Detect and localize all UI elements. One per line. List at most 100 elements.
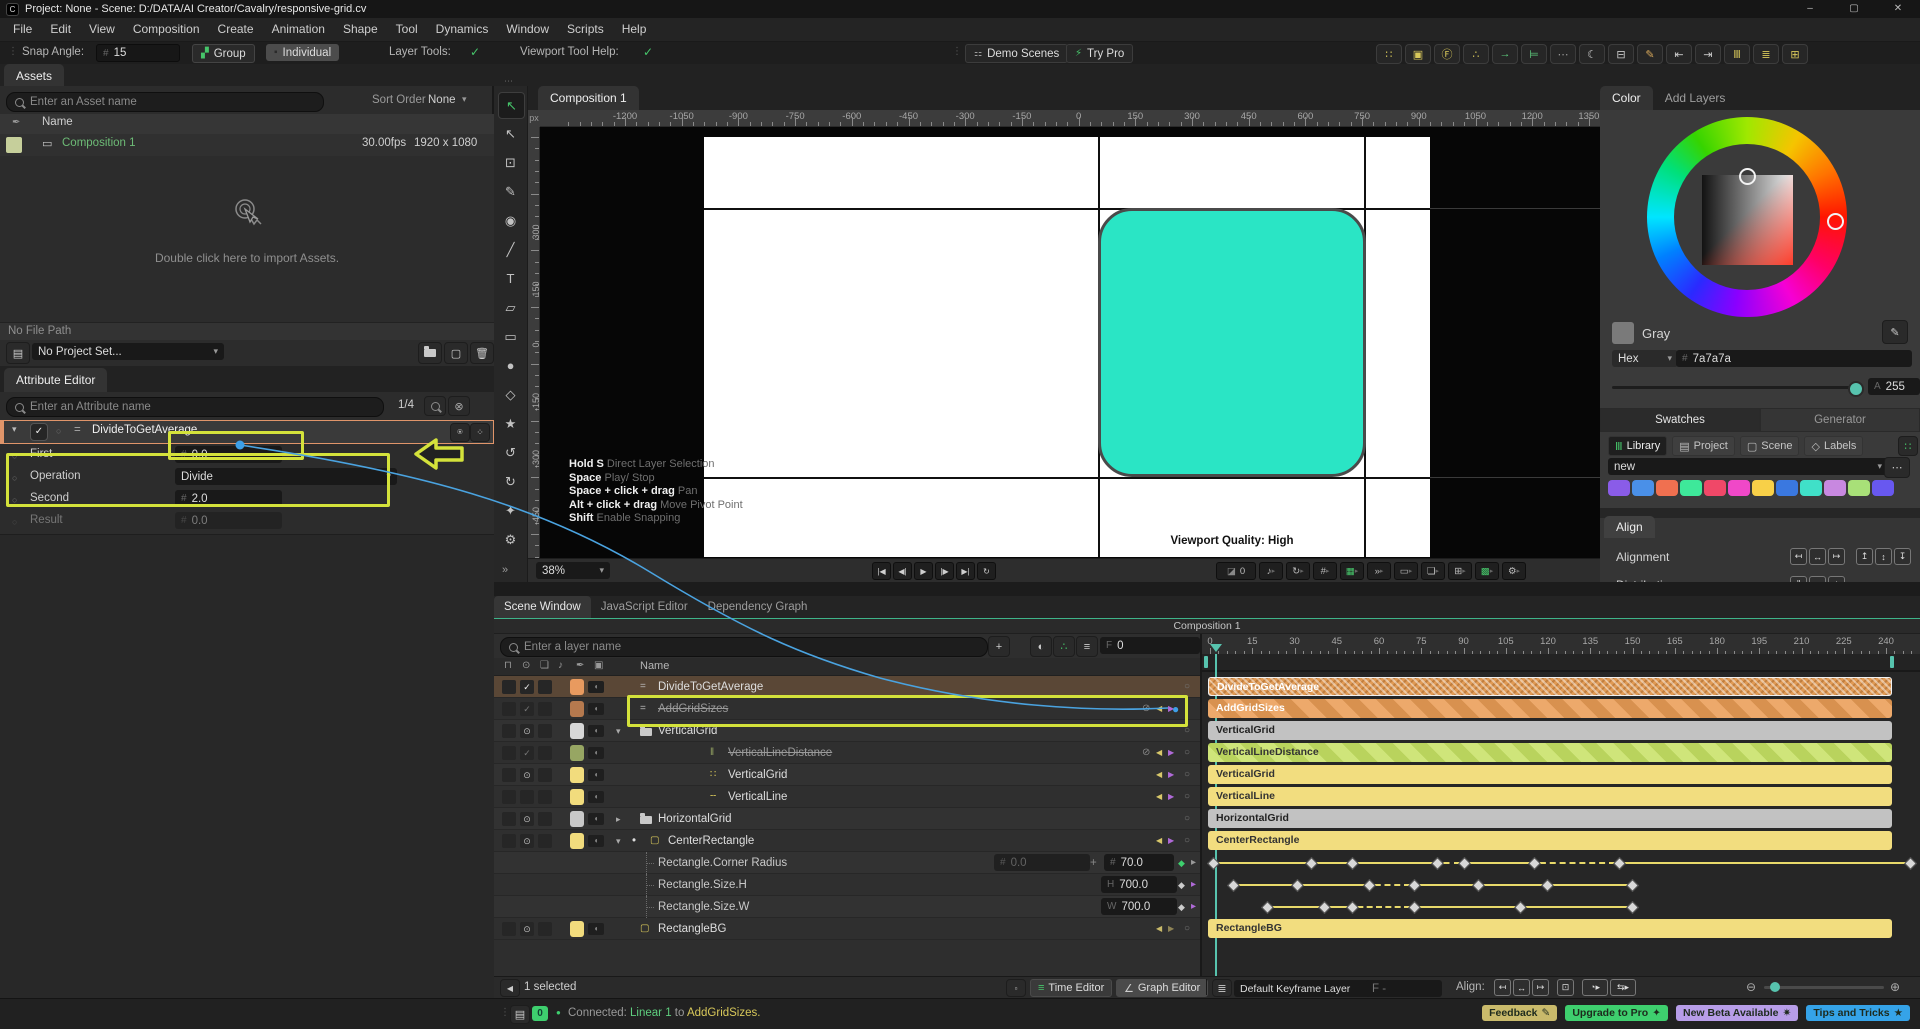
ellipse-tool[interactable]: ● <box>498 353 523 378</box>
next-keyframe-icon[interactable]: ▶ <box>1168 918 1174 940</box>
layer-name[interactable]: VerticalGrid <box>728 764 787 786</box>
viewport-canvas[interactable]: Viewport Quality: High Hold S Direct Lay… <box>540 127 1600 558</box>
visibility-toggle[interactable]: ⊙ <box>520 724 534 738</box>
track-bar-horizontalgrid[interactable]: HorizontalGrid <box>1208 809 1892 828</box>
project-button[interactable]: ▤ Project <box>1672 436 1735 456</box>
composition-name[interactable]: Composition 1 <box>62 137 136 149</box>
keyframe[interactable] <box>1528 857 1541 870</box>
swatch-1[interactable] <box>1632 480 1654 496</box>
keyframe[interactable] <box>1541 879 1554 892</box>
panel-icon[interactable]: ▢ <box>444 342 468 364</box>
toolbar-align-end-icon[interactable]: ⇥ <box>1695 44 1721 64</box>
target-circle-icon[interactable]: ○ <box>1184 742 1190 764</box>
toolbar-moon-icon[interactable]: ☾ <box>1579 44 1605 64</box>
prev-keyframe-icon[interactable]: ◀ <box>1156 830 1162 852</box>
keyframe[interactable] <box>1261 901 1274 914</box>
advanced-search-icon[interactable] <box>424 396 446 416</box>
swatch-0[interactable] <box>1608 480 1630 496</box>
layer-color-chip[interactable] <box>570 767 584 783</box>
asset-row-composition[interactable]: ▭ Composition 1 30.00fps 1920 x 1080 <box>0 134 494 156</box>
frame-offset-field[interactable]: F - <box>1366 980 1442 997</box>
frame-number-field[interactable]: F 0 <box>1100 637 1200 654</box>
menu-dynamics[interactable]: Dynamics <box>427 18 498 41</box>
pen-tool[interactable]: ✎ <box>498 179 523 204</box>
align-keys-center-icon[interactable]: ↔ <box>1513 979 1530 996</box>
toolbar-scatter-icon[interactable]: ∴ <box>1463 44 1489 64</box>
enabled-checkbox[interactable]: ✓ <box>520 746 534 760</box>
grid-view-icon[interactable]: ∷ <box>1898 436 1918 456</box>
align-bottom-icon[interactable]: ↧ <box>1894 548 1911 565</box>
align-center-h-icon[interactable]: ↔ <box>1809 548 1826 565</box>
emitter-tool[interactable]: ✦ <box>498 498 523 523</box>
layer-color-chip[interactable] <box>570 833 584 849</box>
keyframe[interactable] <box>1408 901 1421 914</box>
keyframe-layer-select[interactable]: Default Keyframe Layer <box>1234 980 1372 997</box>
second-value-field[interactable]: # 2.0 <box>175 490 282 507</box>
value-field[interactable]: H 700.0 <box>1101 876 1177 893</box>
next-keyframe-icon[interactable]: ▶ <box>1168 786 1174 808</box>
tab-dependency-graph[interactable]: Dependency Graph <box>698 596 818 618</box>
swatch-3[interactable] <box>1680 480 1702 496</box>
toolbar-grip[interactable]: ⋮ <box>952 46 962 57</box>
open-folder-icon[interactable] <box>418 342 442 364</box>
target-circle-icon[interactable]: ○ <box>1184 676 1190 698</box>
value-field[interactable]: #70.0 <box>1104 854 1174 871</box>
tips-button[interactable]: Tips and Tricks ★ <box>1806 1005 1910 1021</box>
prev-keyframe-icon[interactable]: ◀ <box>1156 786 1162 808</box>
sort-order-select[interactable]: None <box>428 94 456 106</box>
solo-bullet-icon[interactable]: • <box>632 830 636 852</box>
clear-search-icon[interactable]: ⊗ <box>448 396 470 416</box>
layer-name[interactable]: VerticalLine <box>728 786 787 808</box>
layer-color-chip[interactable] <box>570 701 584 717</box>
align-left-icon[interactable]: ↤ <box>1790 548 1807 565</box>
menu-window[interactable]: Window <box>497 18 558 41</box>
graph-editor-button[interactable]: ∠ Graph Editor <box>1116 979 1209 997</box>
layer-color-chip[interactable] <box>570 921 584 937</box>
target-circle-icon[interactable]: ○ <box>1184 808 1190 830</box>
layer-row-addgridsizes[interactable]: ✓ ◖ = AddGridSizes ⊘ ◀ ▶ ● <box>494 698 1200 720</box>
menu-view[interactable]: View <box>80 18 124 41</box>
rectangle-tool[interactable]: ▭ <box>498 324 523 349</box>
chevron-icon[interactable]: ▸ <box>616 808 621 830</box>
layer-color-chip[interactable] <box>570 723 584 739</box>
operation-select[interactable]: Divide ▾ <box>175 468 397 485</box>
layer-name[interactable]: HorizontalGrid <box>658 808 732 830</box>
visibility-toggle[interactable]: ⊙ <box>520 834 534 848</box>
render-toggle[interactable]: ◖ <box>588 923 604 935</box>
swatch-2[interactable] <box>1656 480 1678 496</box>
visibility-toggle[interactable]: ⊙ <box>520 812 534 826</box>
port-icon[interactable]: ○ <box>12 451 17 461</box>
port-icon[interactable]: ○ <box>12 473 17 483</box>
toolbar-lasso-icon[interactable]: ✎ <box>1637 44 1663 64</box>
enabled-checkbox[interactable]: ✓ <box>520 680 534 694</box>
keyframe[interactable] <box>1363 879 1376 892</box>
menu-create[interactable]: Create <box>209 18 263 41</box>
toolbar-more-options-icon[interactable]: ⋯ <box>1550 44 1576 64</box>
track-bar-dividetogetaverage[interactable]: DivideToGetAverage <box>1208 677 1892 696</box>
group-mode-button[interactable]: ▞ Group <box>192 44 255 63</box>
toolbar-rows-icon[interactable]: ≣ <box>1753 44 1779 64</box>
menu-composition[interactable]: Composition <box>124 18 209 41</box>
zoom-out-icon[interactable]: ⊖ <box>1746 980 1756 994</box>
maximize-button[interactable]: ▢ <box>1832 0 1876 18</box>
work-area-bar[interactable] <box>1202 654 1920 672</box>
next-frame-button[interactable]: |▶ <box>935 562 954 580</box>
tools-grip[interactable]: ⋯ <box>504 76 513 87</box>
star-tool[interactable]: ★ <box>498 411 523 436</box>
tab-add-layers[interactable]: Add Layers <box>1653 86 1738 110</box>
add-layer-button[interactable]: + <box>988 636 1010 657</box>
keyframe-diamond-icon[interactable]: ◆ <box>1178 896 1185 918</box>
first-value-field[interactable]: # 0.0 <box>175 446 282 463</box>
previous-frame-button[interactable]: ◀| <box>893 562 912 580</box>
target-circle-icon[interactable]: ○ <box>1184 764 1190 786</box>
layer-row-dividetogetaverage[interactable]: ✓ ◖ = DivideToGetAverage ○ <box>494 676 1200 698</box>
box-select-tool[interactable]: ⊡ <box>498 150 523 175</box>
layer-tools-check-icon[interactable]: ✓ <box>470 45 480 59</box>
swatch-11[interactable] <box>1872 480 1894 496</box>
swatch-7[interactable] <box>1776 480 1798 496</box>
header-audio-icon[interactable]: ♪ <box>558 660 563 671</box>
console-icon[interactable]: ▤ <box>510 1005 530 1024</box>
palette-options-icon[interactable]: ⋯ <box>1884 457 1910 478</box>
keyframe-layer-icon[interactable]: ≣ <box>1212 979 1232 997</box>
polygon-tool[interactable]: ◇ <box>498 382 523 407</box>
